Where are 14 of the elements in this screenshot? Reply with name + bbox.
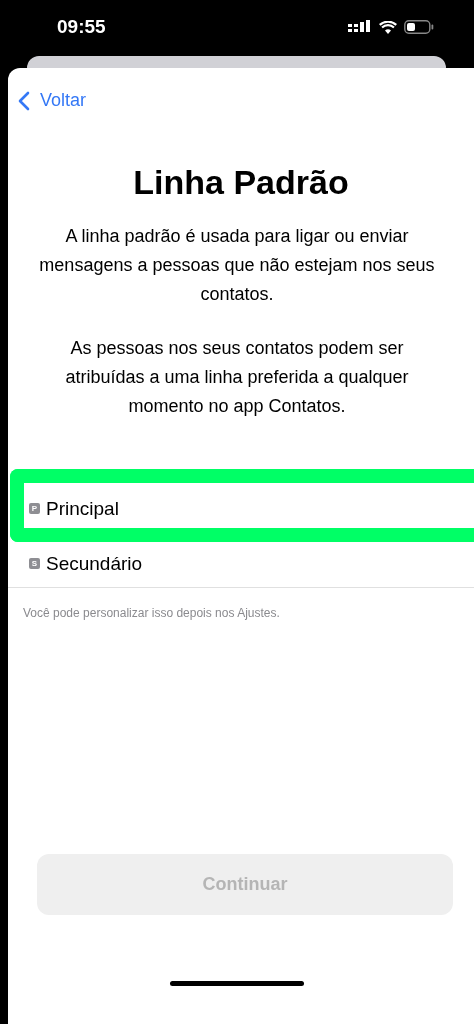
signal-icon — [348, 20, 372, 34]
battery-icon — [404, 20, 434, 34]
wifi-icon — [379, 20, 397, 34]
page-title: Linha Padrão — [132, 163, 350, 202]
chevron-left-icon — [18, 90, 30, 111]
line-badge: P — [29, 503, 40, 514]
line-badge: S — [29, 558, 40, 569]
description-text: As pessoas nos seus contatos podem ser atribuídas a uma linha preferida a qualquer momento no app Contatos. — [64, 337, 410, 418]
footnote-text: Você pode personalizar isso depois nos Ajustes. — [23, 606, 281, 620]
back-link[interactable]: Voltar — [8, 68, 87, 111]
line-option[interactable]: S Secundário — [8, 536, 474, 591]
clock: 09:55 — [57, 16, 106, 38]
description-text: A linha padrão é usada para ligar ou enviar mensagens a pessoas que não estejam nos seus contatos. — [38, 225, 436, 306]
line-option[interactable]: P Principal — [8, 481, 474, 536]
